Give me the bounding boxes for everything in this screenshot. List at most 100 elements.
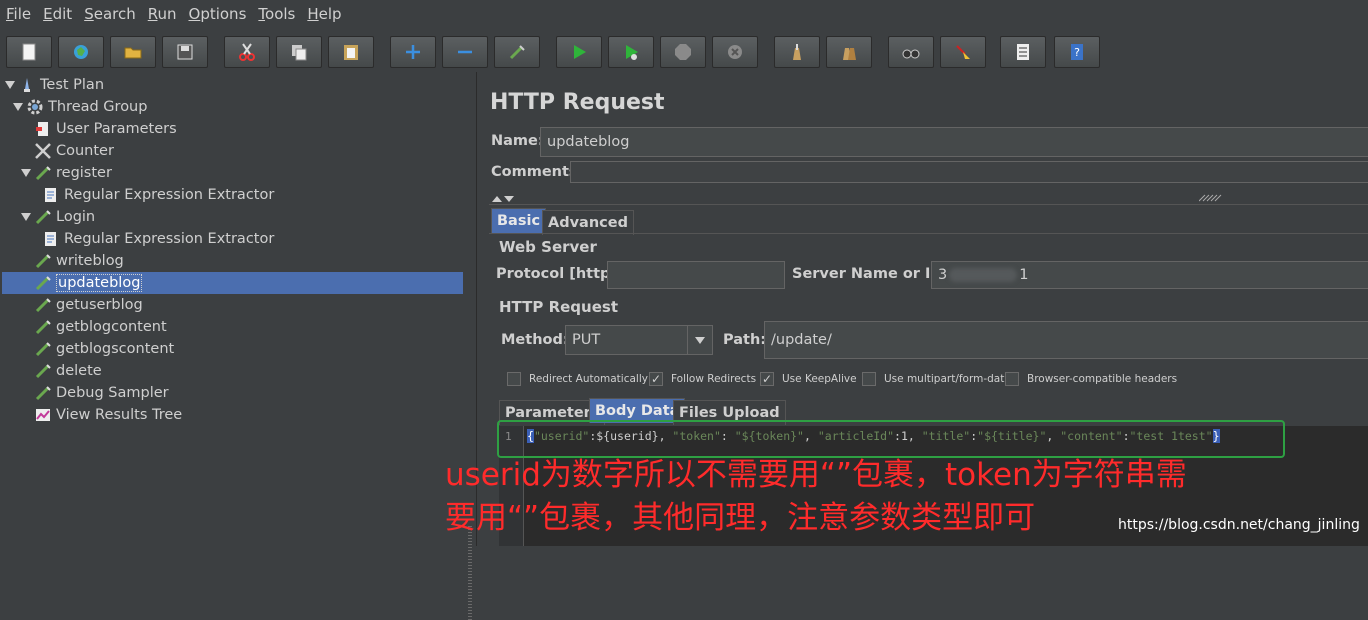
paste-button[interactable] [328, 36, 374, 68]
collapse-arrows-icon[interactable] [491, 194, 515, 204]
results-graph-icon [34, 406, 52, 424]
stop-button[interactable] [660, 36, 706, 68]
extractor-icon [42, 186, 60, 204]
cut-button[interactable] [224, 36, 270, 68]
use-keepalive-checkbox[interactable]: ✓ Use KeepAlive [760, 372, 857, 386]
toolbar: ? [0, 32, 1368, 72]
menu-help[interactable]: Help [301, 5, 347, 23]
sampler-pen-icon [34, 274, 52, 292]
http-request-group-title: HTTP Request [499, 298, 618, 316]
shutdown-icon [728, 45, 742, 59]
expand-triangle-icon[interactable] [4, 79, 16, 91]
follow-redirects-checkbox[interactable]: ✓ Follow Redirects [649, 372, 756, 386]
tree-node-getblogscontent[interactable]: getblogscontent [34, 338, 174, 360]
tab-basic[interactable]: Basic [491, 208, 547, 233]
server-name-field[interactable]: 3 1 [931, 261, 1368, 289]
shutdown-button[interactable] [712, 36, 758, 68]
collapse-all-button[interactable] [442, 36, 488, 68]
copy-button[interactable] [276, 36, 322, 68]
tree-node-getblogcontent[interactable]: getblogcontent [34, 316, 167, 338]
divider [489, 204, 1368, 205]
tree-node-register[interactable]: register [20, 162, 112, 184]
help-button[interactable]: ? [1054, 36, 1100, 68]
menu-tools[interactable]: Tools [252, 5, 301, 23]
expand-triangle-icon[interactable] [20, 211, 32, 223]
reset-search-icon [956, 45, 970, 59]
watermark: https://blog.csdn.net/chang_jinling [1118, 517, 1360, 533]
tree-node-login[interactable]: Login [20, 206, 95, 228]
tree-node-debug-sampler[interactable]: Debug Sampler [34, 382, 169, 404]
protocol-field[interactable] [607, 261, 785, 289]
protocol-label: Protocol [http]: [496, 266, 623, 282]
search-icon [902, 49, 920, 59]
clear-button[interactable] [774, 36, 820, 68]
browser-compatible-headers-checkbox[interactable]: Browser-compatible headers [1005, 372, 1177, 386]
name-label: Name: [491, 133, 544, 149]
checkmark-icon: ✓ [760, 372, 774, 386]
tree-node-delete[interactable]: delete [34, 360, 102, 382]
expand-all-button[interactable] [390, 36, 436, 68]
tab-advanced[interactable]: Advanced [542, 210, 634, 235]
path-field[interactable]: /update/ [764, 321, 1368, 359]
sampler-pen-icon [34, 164, 52, 182]
save-icon [177, 44, 193, 60]
expand-triangle-icon[interactable] [12, 101, 24, 113]
help-icon: ? [1071, 44, 1083, 60]
collapse-icon [458, 50, 472, 54]
menu-bar: File Edit Search Run Options Tools Help [0, 0, 1368, 28]
name-field[interactable]: updateblog [540, 127, 1368, 157]
clear-all-button[interactable] [826, 36, 872, 68]
tab-divider [489, 233, 1368, 234]
menu-run[interactable]: Run [142, 5, 183, 23]
sampler-pen-icon [34, 340, 52, 358]
tree-node-view-results-tree[interactable]: View Results Tree [34, 404, 182, 426]
reset-search-button[interactable] [940, 36, 986, 68]
open-button[interactable] [110, 36, 156, 68]
chevron-down-icon [695, 337, 705, 344]
menu-search[interactable]: Search [78, 5, 142, 23]
tree-node-writeblog[interactable]: writeblog [34, 250, 124, 272]
tree-node-regex-extractor-1[interactable]: Regular Expression Extractor [42, 184, 274, 206]
tree-node-thread-group[interactable]: Thread Group [12, 96, 147, 118]
save-button[interactable] [162, 36, 208, 68]
new-icon [22, 43, 36, 61]
gear-icon [26, 98, 44, 116]
annotation-line-2: 要用“”包裹，其他同理，注意参数类型即可 [445, 500, 1036, 536]
comments-field[interactable] [570, 161, 1368, 183]
menu-edit[interactable]: Edit [37, 5, 78, 23]
paste-icon [344, 45, 358, 60]
new-button[interactable] [6, 36, 52, 68]
method-select[interactable]: PUT [565, 325, 713, 355]
use-multipart-checkbox[interactable]: Use multipart/form-data [862, 372, 1011, 386]
drag-handle-icon[interactable] [1199, 194, 1223, 202]
method-label: Method: [501, 332, 569, 348]
toggle-button[interactable] [494, 36, 540, 68]
path-label: Path: [723, 332, 767, 348]
search-button[interactable] [888, 36, 934, 68]
redirect-automatically-checkbox[interactable]: Redirect Automatically [507, 372, 648, 386]
splitter-grip[interactable] [468, 526, 472, 620]
clear-all-icon [843, 48, 856, 60]
tree-node-counter[interactable]: Counter [34, 140, 114, 162]
start-button[interactable] [556, 36, 602, 68]
sampler-pen-icon [34, 384, 52, 402]
tree-node-getuserblog[interactable]: getuserblog [34, 294, 143, 316]
sampler-pen-icon [34, 208, 52, 226]
server-name-label: Server Name or IP: [792, 266, 947, 282]
expand-triangle-icon[interactable] [20, 167, 32, 179]
tree-node-test-plan[interactable]: Test Plan [4, 74, 104, 96]
menu-file[interactable]: File [0, 5, 37, 23]
checkbox-box [1005, 372, 1019, 386]
tree-node-user-parameters[interactable]: User Parameters [34, 118, 177, 140]
menu-options[interactable]: Options [183, 5, 253, 23]
tree-node-regex-extractor-2[interactable]: Regular Expression Extractor [42, 228, 274, 250]
templates-icon [74, 45, 88, 59]
tree-node-updateblog[interactable]: updateblog [34, 272, 143, 294]
method-dropdown-button[interactable] [687, 326, 712, 354]
start-no-pause-button[interactable] [608, 36, 654, 68]
start-no-pause-icon [626, 45, 638, 60]
cut-icon [239, 43, 255, 61]
templates-button[interactable] [58, 36, 104, 68]
user-parameters-icon [34, 120, 52, 138]
function-helper-button[interactable] [1000, 36, 1046, 68]
